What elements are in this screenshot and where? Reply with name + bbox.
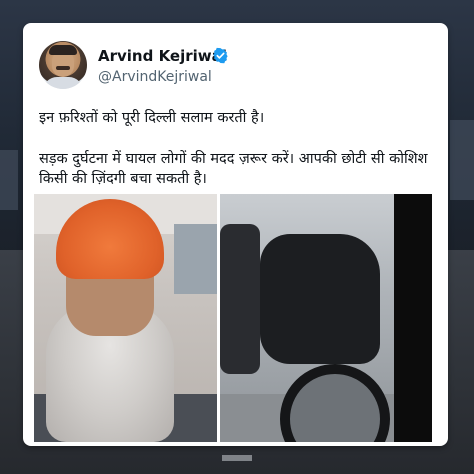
avatar-shirt [43, 77, 83, 89]
background-building [450, 120, 474, 200]
display-name[interactable]: Arvind Kejriwal [98, 47, 227, 65]
road-marking [222, 455, 252, 461]
avatar[interactable] [39, 41, 87, 89]
avatar-hair [49, 45, 77, 55]
tweet-text-line1: इन फ़रिश्तों को पूरी दिल्ली सलाम करती है… [39, 110, 265, 126]
user-handle[interactable]: @ArvindKejriwal [98, 69, 212, 85]
person-leg [220, 224, 260, 374]
media-image-man[interactable] [34, 194, 217, 442]
car-window [174, 224, 217, 294]
verified-badge-icon [213, 47, 228, 64]
background-building [0, 150, 18, 210]
media-edge [394, 194, 432, 442]
tweet-card[interactable]: Arvind Kejriwal @ArvindKejriwal इन फ़रिश… [23, 23, 448, 446]
motorcycle-wheel [280, 364, 390, 442]
tweet-text-line2: सड़क दुर्घटना में घायल लोगों की मदद ज़रू… [39, 151, 428, 187]
motorcycle [260, 234, 380, 364]
avatar-mustache [56, 66, 70, 70]
tweet-media[interactable] [34, 194, 432, 442]
